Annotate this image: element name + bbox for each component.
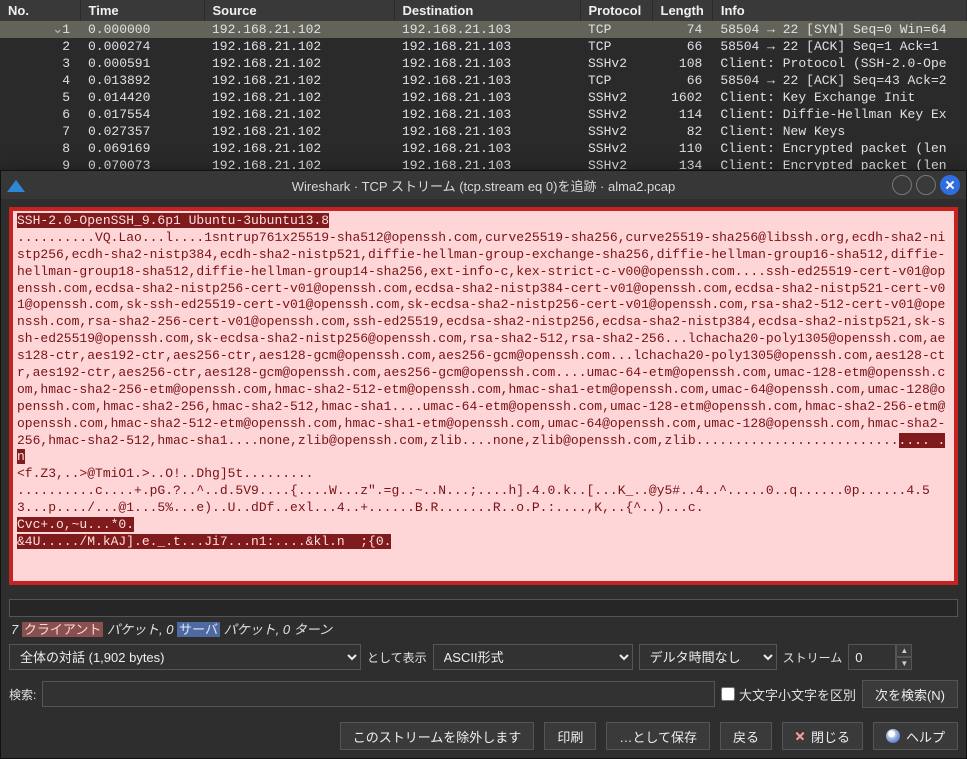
back-button[interactable]: 戻る xyxy=(720,722,772,750)
case-sensitive-input[interactable] xyxy=(721,687,735,701)
stream-body-c: ..........c....+.pG.?..^..d.5V9....{....… xyxy=(17,483,930,515)
packet-row[interactable]: 70.027357192.168.21.102192.168.21.103SSH… xyxy=(0,123,967,140)
col-header-dest[interactable]: Destination xyxy=(394,0,580,21)
packet-row[interactable]: 60.017554192.168.21.102192.168.21.103SSH… xyxy=(0,106,967,123)
save-as-button[interactable]: …として保存 xyxy=(606,722,710,750)
stream-number-field[interactable] xyxy=(848,644,896,670)
controls-row: 全体の対話 (1,902 bytes) として表示 ASCII形式 デルタ時間な… xyxy=(1,640,966,674)
col-header-proto[interactable]: Protocol xyxy=(580,0,652,21)
show-as-label: として表示 xyxy=(367,649,427,666)
search-row: 検索: 大文字小文字を区別 次を検索(N) xyxy=(1,674,966,714)
search-label: 検索: xyxy=(9,686,36,703)
packet-row[interactable]: 40.013892192.168.21.102192.168.21.103TCP… xyxy=(0,72,967,89)
col-header-no[interactable]: No. xyxy=(0,0,80,21)
client-label: クライアント xyxy=(22,622,103,637)
find-next-button[interactable]: 次を検索(N) xyxy=(862,680,958,708)
case-sensitive-label: 大文字小文字を区別 xyxy=(739,685,856,704)
packet-list-header[interactable]: No. Time Source Destination Protocol Len… xyxy=(0,0,967,21)
spinner-up-button[interactable]: ▲ xyxy=(896,644,912,657)
packet-row[interactable]: 80.069169192.168.21.102192.168.21.103SSH… xyxy=(0,140,967,157)
search-input[interactable] xyxy=(42,681,715,707)
wireshark-icon xyxy=(7,178,25,192)
follow-stream-dialog: Wireshark · TCP ストリーム (tcp.stream eq 0)を… xyxy=(0,170,967,759)
minimize-button[interactable] xyxy=(892,175,912,195)
packet-row[interactable]: ⌄10.000000192.168.21.102192.168.21.103TC… xyxy=(0,21,967,38)
dialog-button-bar: このストリームを除外します 印刷 …として保存 戻る 閉じる ヘルプ xyxy=(1,714,966,758)
show-as-select[interactable]: ASCII形式 xyxy=(433,644,633,670)
col-header-info[interactable]: Info xyxy=(712,0,966,21)
filter-out-stream-button[interactable]: このストリームを除外します xyxy=(340,722,535,750)
secondary-text-pane[interactable] xyxy=(9,599,958,617)
stream-body-e: &4U...../M.kAJ].e._.t...Ji7...n1:....&kl… xyxy=(17,534,391,549)
spinner-down-button[interactable]: ▼ xyxy=(896,657,912,670)
stream-body-kex: ..........VQ.Lao...l....1sntrup761x25519… xyxy=(17,230,945,448)
delta-time-select[interactable]: デルタ時間なし xyxy=(639,644,777,670)
col-header-source[interactable]: Source xyxy=(204,0,394,21)
maximize-button[interactable] xyxy=(916,175,936,195)
packet-row[interactable]: 50.014420192.168.21.102192.168.21.103SSH… xyxy=(0,89,967,106)
dialog-title: Wireshark · TCP ストリーム (tcp.stream eq 0)を… xyxy=(1,176,966,195)
stream-body-b: <f.Z3,..>@TmiO1.>..O!..Dhg]5t......... xyxy=(17,466,313,481)
col-header-length[interactable]: Length xyxy=(652,0,712,21)
help-button[interactable]: ヘルプ xyxy=(873,722,958,750)
stream-content[interactable]: SSH-2.0-OpenSSH_9.6p1 Ubuntu-3ubuntu13.8… xyxy=(9,207,958,585)
conversation-select[interactable]: 全体の対話 (1,902 bytes) xyxy=(9,644,361,670)
server-label: サーバ xyxy=(177,622,220,637)
dialog-titlebar[interactable]: Wireshark · TCP ストリーム (tcp.stream eq 0)を… xyxy=(1,171,966,199)
help-icon xyxy=(886,729,900,743)
case-sensitive-checkbox[interactable]: 大文字小文字を区別 xyxy=(721,685,856,704)
stream-label: ストリーム xyxy=(783,649,843,666)
col-header-time[interactable]: Time xyxy=(80,0,204,21)
packet-row[interactable]: 20.000274192.168.21.102192.168.21.103TCP… xyxy=(0,38,967,55)
stream-number-spinner[interactable]: ▲ ▼ xyxy=(848,644,912,670)
packet-row[interactable]: 30.000591192.168.21.102192.168.21.103SSH… xyxy=(0,55,967,72)
window-close-button[interactable] xyxy=(940,175,960,195)
close-button[interactable]: 閉じる xyxy=(782,722,863,750)
packet-list-table[interactable]: No. Time Source Destination Protocol Len… xyxy=(0,0,967,174)
close-icon xyxy=(795,731,805,741)
stream-line-banner: SSH-2.0-OpenSSH_9.6p1 Ubuntu-3ubuntu13.8 xyxy=(17,213,329,228)
print-button[interactable]: 印刷 xyxy=(544,722,596,750)
stream-body-d: Cvc+.o,~u...*0. xyxy=(17,517,134,532)
stream-stats: 7 クライアント パケット, 0 サーバ パケット, 0 ターン xyxy=(1,617,966,640)
